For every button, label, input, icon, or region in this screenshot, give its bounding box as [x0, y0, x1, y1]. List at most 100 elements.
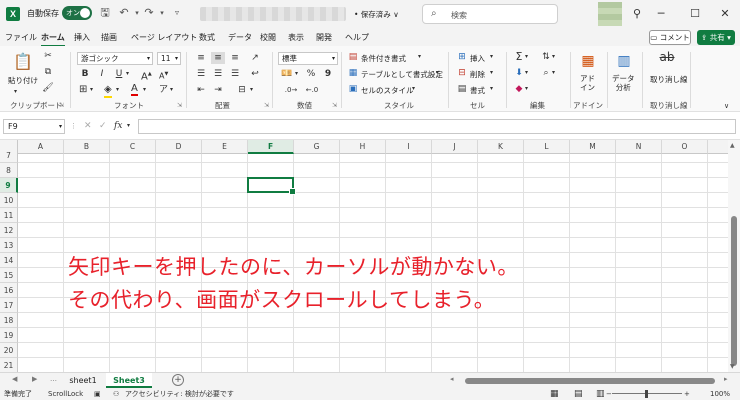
column-header-l[interactable]: L [524, 140, 570, 154]
sheet-more-icon[interactable]: … [50, 375, 57, 383]
format-as-table-button[interactable]: テーブルとして書式設定 [361, 69, 443, 80]
conditional-format-button[interactable]: 条件付き書式 [361, 53, 406, 64]
normal-view-icon[interactable]: ▦ [550, 388, 559, 400]
addins-icon[interactable]: ▦ [578, 51, 598, 71]
tab-page-layout[interactable]: ページ レイアウト [131, 32, 197, 43]
minimize-icon[interactable]: ─ [652, 5, 670, 23]
row-header-11[interactable]: 11 [0, 208, 18, 223]
bold-button[interactable]: B [79, 68, 91, 80]
page-break-view-icon[interactable]: ▥ [596, 388, 605, 400]
search-box[interactable]: ⌕ 検索 [422, 4, 558, 24]
more-options-icon[interactable]: ⋮ [70, 120, 77, 132]
font-shrink-icon[interactable]: A▼ [159, 68, 168, 83]
zoom-in-icon[interactable]: + [684, 388, 690, 400]
row-header-19[interactable]: 19 [0, 328, 18, 343]
addins-button[interactable]: アド イン [580, 74, 595, 92]
align-center-icon[interactable]: ☰ [211, 68, 225, 80]
close-icon[interactable]: ✕ [716, 5, 734, 23]
scroll-lock-status[interactable]: ScrollLock [48, 388, 83, 400]
find-select-icon[interactable]: ⌕ [540, 67, 552, 79]
row-header-12[interactable]: 12 [0, 223, 18, 238]
undo-icon[interactable]: ↶ [117, 6, 131, 20]
font-grow-icon[interactable]: A▲ [141, 68, 152, 83]
tab-data[interactable]: データ [228, 32, 252, 43]
sort-filter-icon[interactable]: ⇅ [540, 51, 552, 63]
scroll-down-icon[interactable]: ▼ [730, 363, 735, 370]
row-header-17[interactable]: 17 [0, 298, 18, 313]
hscroll-right-icon[interactable]: ▸ [724, 375, 728, 383]
clear-icon[interactable]: ◆ [513, 83, 525, 95]
sheet-prev-icon[interactable]: ◀ [12, 375, 17, 383]
merge-center-icon[interactable]: ⊟ [235, 84, 249, 96]
column-header-c[interactable]: C [110, 140, 156, 154]
name-box[interactable]: F9 ▾ [3, 119, 65, 134]
insert-dropdown-icon[interactable]: ▾ [490, 51, 493, 63]
zoom-level[interactable]: 100% [710, 388, 730, 400]
row-header-9[interactable]: 9 [0, 178, 18, 193]
row-header-10[interactable]: 10 [0, 193, 18, 208]
customize-toolbar-icon[interactable]: ▿ [170, 6, 184, 20]
align-top-icon[interactable]: ≡ [194, 52, 208, 64]
column-header-p[interactable]: P [708, 140, 728, 154]
column-header-k[interactable]: K [478, 140, 524, 154]
number-format-select[interactable]: 標準 ▾ [278, 52, 338, 65]
underline-button[interactable]: U [113, 68, 125, 80]
fill-color-icon[interactable]: ◈ [104, 84, 112, 98]
zoom-slider-knob[interactable] [645, 390, 648, 398]
tab-home[interactable]: ホーム [41, 32, 65, 47]
orientation-icon[interactable]: ↗ [248, 52, 262, 64]
borders-dropdown-icon[interactable]: ▾ [90, 84, 93, 96]
column-header-e[interactable]: E [202, 140, 248, 154]
saved-status[interactable]: • 保存済み ∨ [354, 9, 399, 20]
tab-draw[interactable]: 描画 [101, 32, 117, 43]
tab-file[interactable]: ファイル [5, 32, 37, 43]
horizontal-scroll-thumb[interactable] [465, 378, 715, 384]
clear-dropdown-icon[interactable]: ▾ [525, 83, 528, 95]
cancel-icon[interactable]: ✕ [84, 120, 92, 132]
strikethrough-icon[interactable]: ab [655, 51, 679, 63]
row-header-16[interactable]: 16 [0, 283, 18, 298]
row-header-18[interactable]: 18 [0, 313, 18, 328]
column-header-j[interactable]: J [432, 140, 478, 154]
merge-dropdown-icon[interactable]: ▾ [250, 84, 253, 96]
column-header-h[interactable]: H [340, 140, 386, 154]
fill-dropdown-icon[interactable]: ▾ [525, 67, 528, 79]
tab-formulas[interactable]: 数式 [199, 32, 215, 43]
align-left-icon[interactable]: ☰ [194, 68, 208, 80]
conditional-dropdown-icon[interactable]: ▾ [418, 51, 421, 63]
align-right-icon[interactable]: ☰ [228, 68, 242, 80]
table-format-icon[interactable]: ▦ [347, 67, 359, 79]
phonetic-dropdown-icon[interactable]: ▾ [170, 84, 173, 96]
column-header-d[interactable]: D [156, 140, 202, 154]
paste-label[interactable]: 貼り付け [8, 76, 38, 85]
delete-cells-button[interactable]: 削除 [470, 69, 485, 80]
active-cell-cursor[interactable] [247, 177, 296, 195]
conditional-format-icon[interactable]: ▤ [347, 51, 359, 63]
copy-icon[interactable]: ⧉ [42, 66, 54, 78]
row-header-7[interactable]: 7 [0, 148, 18, 163]
find-dropdown-icon[interactable]: ▾ [552, 67, 555, 79]
delete-dropdown-icon[interactable]: ▾ [490, 67, 493, 79]
column-header-f[interactable]: F [248, 140, 294, 154]
currency-icon[interactable]: 💴 [280, 68, 294, 80]
format-cells-button[interactable]: 書式 [470, 85, 485, 96]
tab-insert[interactable]: 挿入 [74, 32, 90, 43]
align-middle-icon[interactable]: ≡ [211, 52, 225, 64]
borders-icon[interactable]: ⊞ [79, 84, 87, 96]
avatar[interactable] [598, 2, 622, 26]
data-analysis-button[interactable]: データ 分析 [612, 74, 635, 92]
redo-icon[interactable]: ↷ [142, 6, 156, 20]
tab-developer[interactable]: 開発 [316, 32, 332, 43]
maximize-icon[interactable]: ☐ [686, 5, 704, 23]
sheet-tab-sheet1[interactable]: sheet1 [62, 373, 104, 388]
scroll-up-icon[interactable]: ▲ [730, 142, 735, 149]
sheet-next-icon[interactable]: ▶ [32, 375, 37, 383]
row-header-21[interactable]: 21 [0, 358, 18, 372]
column-header-b[interactable]: B [64, 140, 110, 154]
autosum-dropdown-icon[interactable]: ▾ [525, 51, 528, 63]
insert-cells-button[interactable]: 挿入 [470, 53, 485, 64]
column-header-n[interactable]: N [616, 140, 662, 154]
column-header-i[interactable]: I [386, 140, 432, 154]
phonetic-icon[interactable]: ア [159, 84, 168, 96]
cell-style-dropdown-icon[interactable]: ▾ [412, 83, 415, 95]
